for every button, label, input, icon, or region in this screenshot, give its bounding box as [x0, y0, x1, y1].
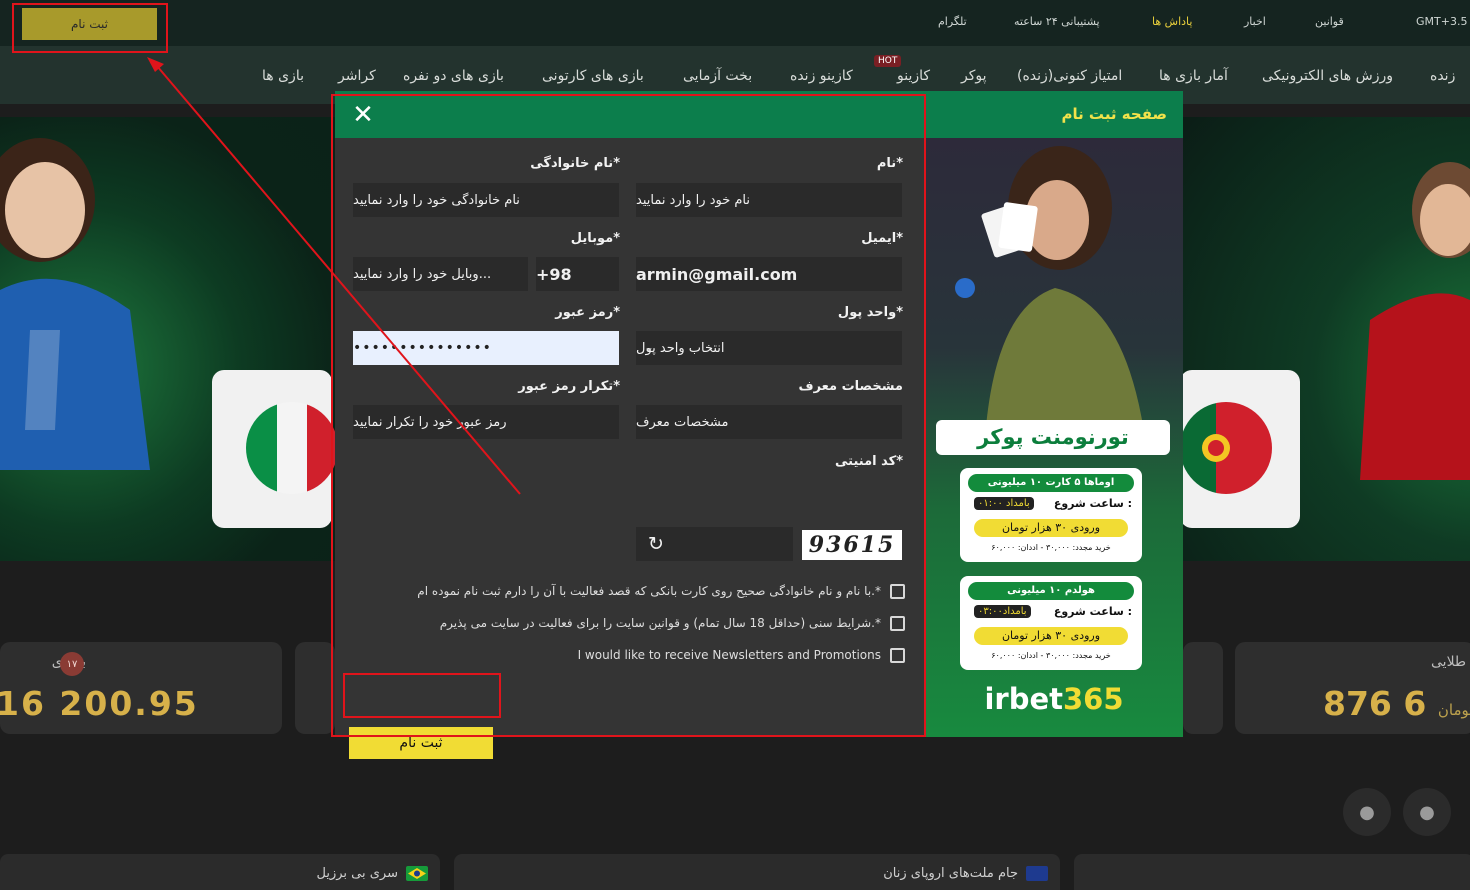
annotation-arrow: [147, 57, 521, 495]
